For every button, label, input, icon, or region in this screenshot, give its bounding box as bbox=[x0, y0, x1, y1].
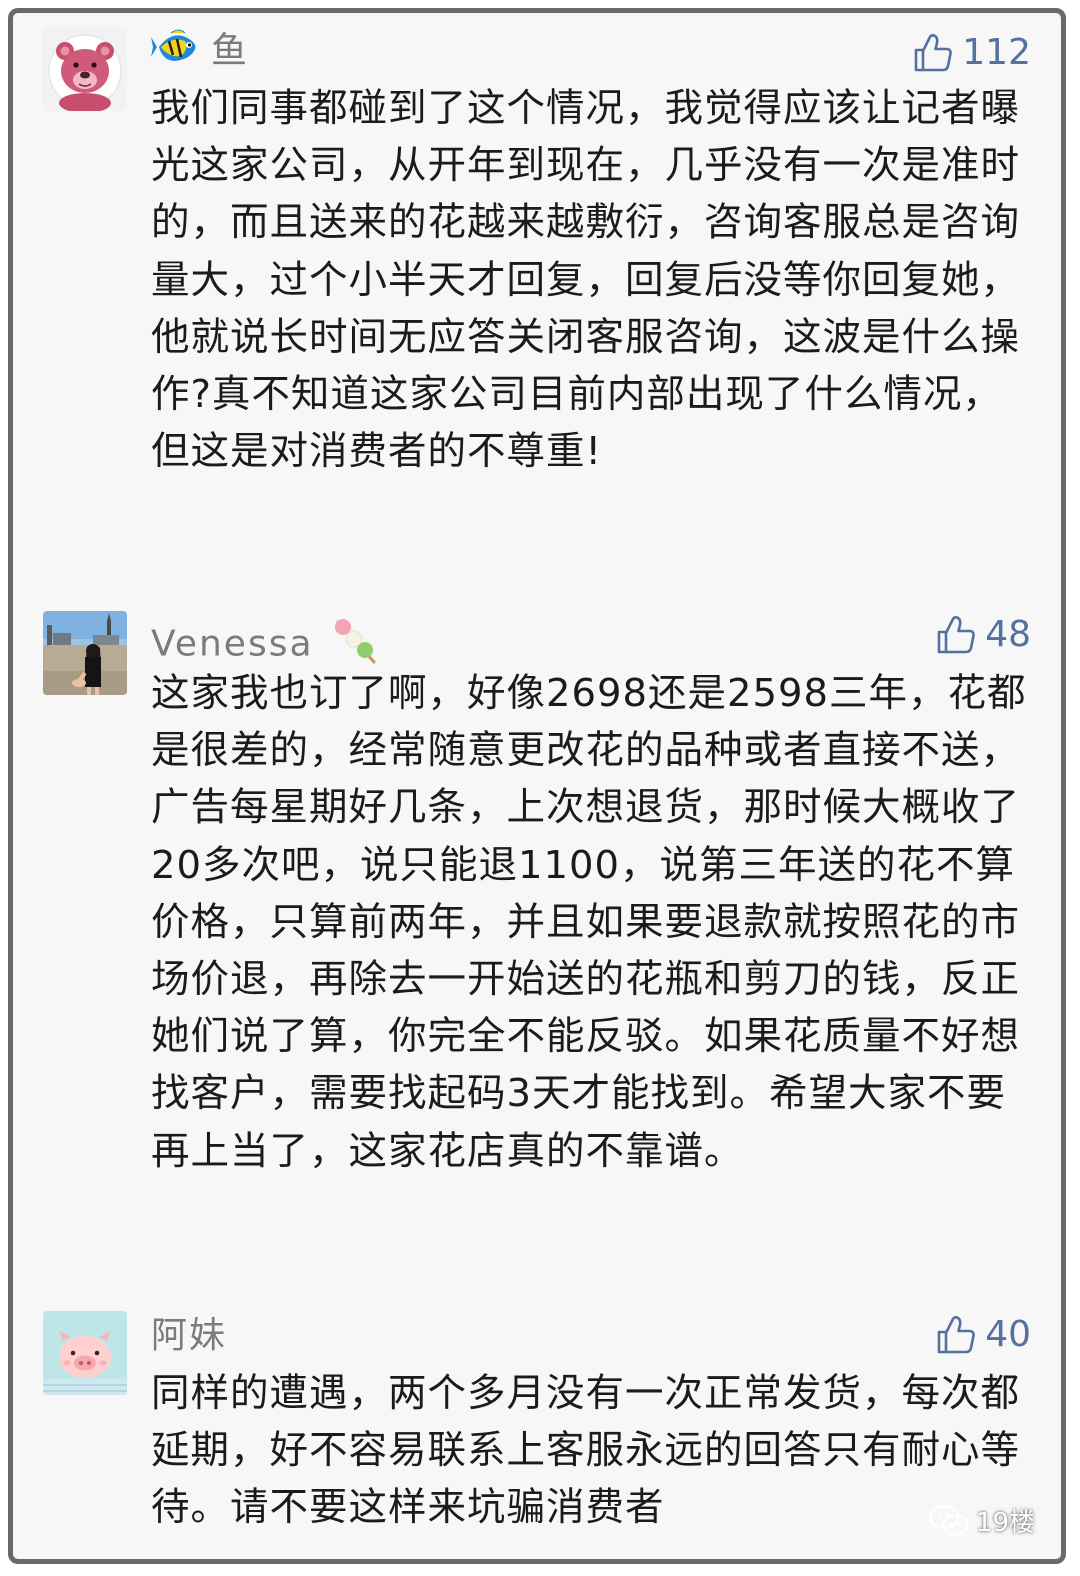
like-button[interactable]: 112 bbox=[912, 31, 1031, 75]
comment-text: 我们同事都碰到了这个情况，我觉得应该让记者曝光这家公司，从开年到现在，几乎没有一… bbox=[151, 86, 1021, 475]
comment-text: 这家我也订了啊，好像2698还是2598三年，花都是很差的，经常随意更改花的品种… bbox=[151, 671, 1027, 1174]
username-text: Venessa bbox=[151, 623, 314, 665]
like-button[interactable]: 40 bbox=[935, 1313, 1031, 1357]
comment-text: 同样的遭遇，两个多月没有一次正常发货，每次都延期，好不容易联系上客服永远的回答只… bbox=[151, 1371, 1021, 1531]
comments-panel: 鱼 112 我们同事都碰到了这个情况，我觉得应该让记者曝光这家公司，从开年到现在… bbox=[8, 8, 1066, 1564]
username[interactable]: 鱼 bbox=[151, 27, 249, 78]
like-count: 112 bbox=[962, 32, 1031, 73]
thumbs-up-outline-icon bbox=[937, 615, 976, 654]
avatar[interactable] bbox=[43, 27, 127, 111]
username[interactable]: 阿妹 bbox=[151, 1314, 227, 1358]
avatar[interactable] bbox=[43, 611, 127, 695]
like-button[interactable]: 48 bbox=[935, 613, 1031, 657]
avatar[interactable] bbox=[43, 1311, 127, 1395]
fish-emoji-icon bbox=[151, 27, 201, 78]
username-text: 鱼 bbox=[211, 30, 250, 72]
thumbs-up-outline-icon bbox=[914, 33, 953, 72]
username-text: 阿妹 bbox=[151, 1315, 228, 1356]
watermark: 19楼 bbox=[928, 1502, 1035, 1539]
watermark-label: 19楼 bbox=[975, 1508, 1035, 1538]
like-count: 48 bbox=[985, 614, 1031, 655]
wechat-icon bbox=[928, 1504, 969, 1536]
thumbs-up-outline-icon bbox=[937, 1315, 976, 1354]
like-count: 40 bbox=[985, 1314, 1031, 1355]
